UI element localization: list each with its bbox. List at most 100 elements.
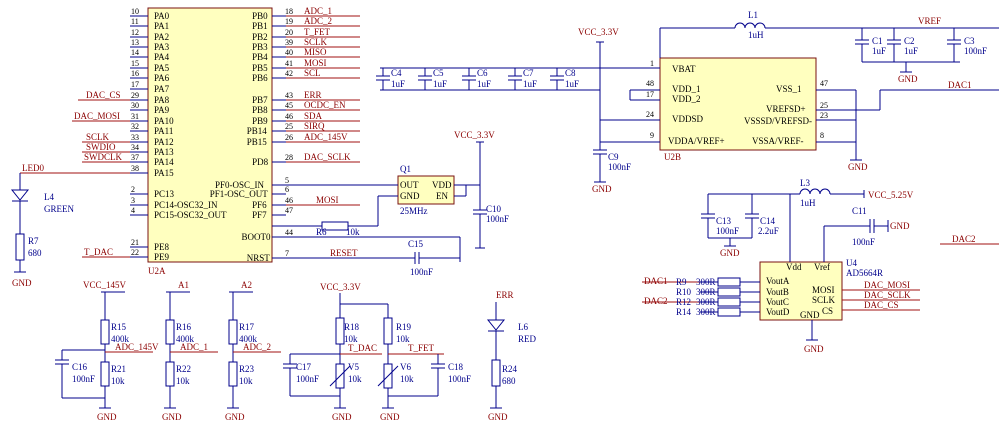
mcu-pin-pa15: PA15: [154, 168, 174, 178]
l6-led: [486, 319, 506, 331]
dac-pin-vouta: VoutA: [766, 276, 790, 286]
mcu-pin-num: 26: [285, 133, 293, 142]
mcu-pin-pa8: PA8: [154, 95, 170, 105]
mcu-pin-num: 16: [131, 69, 139, 78]
dac-pin-cs: CS: [822, 306, 833, 316]
mcu-pin-num: 5: [285, 176, 289, 185]
osc-pin-vdd: VDD: [432, 180, 452, 190]
mcu-pin-pc13: PC13: [154, 189, 175, 199]
mcu-pin-pb2: PB2: [252, 32, 268, 42]
v6-val: 10k: [400, 374, 414, 384]
u2b-pin-vdd2: VDD_2: [672, 94, 701, 104]
r24-val: 680: [502, 376, 516, 386]
net-ocdc_en: OCDC_EN: [304, 100, 346, 110]
decap-ref: C7: [523, 68, 534, 78]
mcu-pin-num: 19: [285, 17, 293, 26]
mcu-pin-num: 18: [285, 7, 293, 16]
c18-val: 100nF: [448, 374, 471, 384]
vref-caps: C11uFC21uFC3100nF: [855, 28, 987, 62]
mcu-pin-num: 45: [285, 101, 293, 110]
net-mosi: MOSI: [304, 58, 327, 68]
c15-ref: C15: [408, 239, 424, 249]
u2b-pnum-9: 9: [650, 131, 654, 140]
divider-rbot-val: 10k: [111, 376, 125, 386]
net-sda: SDA: [304, 111, 323, 121]
u2b-pnum-47: 47: [820, 79, 828, 88]
decap-ref: C4: [391, 68, 402, 78]
net-scl: SCL: [304, 68, 321, 78]
vref-cap-ref: C2: [904, 36, 915, 46]
divider-net: ADC_1: [180, 342, 208, 352]
dac-res-val: 300R: [696, 287, 716, 297]
thermo-vcc: VCC_3.3V: [320, 282, 361, 292]
u2b-pin-vdd1: VDD_1: [672, 84, 701, 94]
net-dac-sclk-r: DAC_SCLK: [864, 290, 911, 300]
thermistor-block: VCC_3.3V R18 10k C17 100nF V5 10k GND T_…: [283, 282, 471, 422]
net-led0: LED0: [22, 163, 44, 173]
mcu-pin-pa11: PA11: [154, 126, 173, 136]
net-sclk: SCLK: [304, 37, 328, 47]
thermo-left-gnd: GND: [332, 412, 352, 422]
schematic-svg: 10 PA011 PA112 PA213 PA314 PA415 PA516 PA617 PA7…: [10, 6, 999, 422]
divider-supply: A2: [241, 280, 252, 290]
mcu-pin-pa1: PA1: [154, 21, 169, 31]
mcu-pin-pb14: PB14: [247, 126, 268, 136]
schematic-canvas: 10 PA0 11 PA1 12 PA2 13 PA3 14 PA4 15 PA5 16 PA6 17 PA7…: [0, 0, 999, 438]
mcu-pin-pf1-osc_out: PF1-OSC_OUT: [210, 189, 269, 199]
c16-val: 100nF: [72, 374, 95, 384]
net-sclk: SCLK: [86, 132, 110, 142]
dac-u4: Vdd Vref VoutA VoutB VoutC VoutD MOSI SC…: [642, 178, 999, 354]
r7-ref: R7: [28, 236, 39, 246]
dac-pin-voutc: VoutC: [766, 297, 789, 307]
divider-rtop-ref: R15: [111, 322, 127, 332]
c17-ref: C17: [296, 362, 312, 372]
led-green-branch: L4 GREEN R7 680 GND: [10, 173, 74, 288]
mcu-pin-pb8: PB8: [252, 105, 268, 115]
decap-ref: C5: [433, 68, 444, 78]
c14-ref: C14: [760, 216, 776, 226]
dac-resistor: [717, 277, 741, 287]
adc-dividers: VCC_145VR15400kADC_145VR2110kGNDA1R16400…: [83, 280, 281, 422]
dac-res-ref: R10: [676, 287, 692, 297]
vref-cap-val: 1uF: [872, 46, 886, 56]
c14-val: 2.2uF: [758, 226, 779, 236]
mcu-pin-num: 15: [131, 59, 139, 68]
mcu-left-nets: DAC_CS DAC_MOSI SCLK SWDIO SWDCLK LED0 T…: [20, 90, 130, 258]
decap-val: 1uF: [391, 79, 405, 89]
l1-val: 1uH: [748, 30, 764, 40]
mcu-pin-pa7: PA7: [154, 84, 170, 94]
mcu-pin-pb3: PB3: [252, 42, 268, 52]
mcu-pin-pd8: PD8: [252, 157, 269, 167]
divider-rbot-ref: R21: [111, 364, 126, 374]
mcu-pin-num: 2: [131, 185, 135, 194]
mcu-pin-pb7: PB7: [252, 95, 268, 105]
u2b-pin-vddsd: VDDSD: [672, 114, 704, 124]
dac-res-ref: R12: [676, 297, 691, 307]
mcu-pin-num: 29: [131, 91, 139, 100]
vref-label: VREF: [918, 16, 941, 26]
mcu-pin-num: 28: [285, 153, 293, 162]
dac-pin-gnd: GND: [800, 310, 820, 320]
power-u2b: VBAT VDD_1 VDD_2 VDDSD VDDA/VREF+ VSS_1 …: [376, 10, 999, 194]
mcu-pin-num: 33: [131, 133, 139, 142]
osc-vcc-label: VCC_3.3V: [454, 130, 495, 140]
mcu-pin-num: 32: [131, 122, 139, 131]
u2b-pin-vsssd: VSSSD/VREFSD-: [744, 116, 812, 126]
mcu-pin-num: 38: [131, 164, 139, 173]
r24-resistor: [491, 359, 501, 387]
dac-pin-voutd: VoutD: [766, 307, 790, 317]
divider-r-top: [228, 319, 238, 345]
u2b-gnd: GND: [592, 184, 612, 194]
vref-cap-val: 100nF: [964, 46, 987, 56]
vref-cap-ref: C3: [964, 36, 975, 46]
mcu-pin-num: 42: [285, 69, 293, 78]
c16-ref: C16: [72, 362, 88, 372]
mcu-pin-num: 43: [285, 91, 293, 100]
mcu-pin-pa2: PA2: [154, 32, 169, 42]
u2b-pnum-23: 23: [820, 111, 828, 120]
mcu-pin-num: 22: [131, 248, 139, 257]
u2b-pin-vss1: VSS_1: [776, 84, 802, 94]
divider-r-bot: [228, 361, 238, 387]
net-t-dac-thermo: T_DAC: [348, 343, 377, 353]
dac-res-val: 300R: [696, 307, 716, 317]
